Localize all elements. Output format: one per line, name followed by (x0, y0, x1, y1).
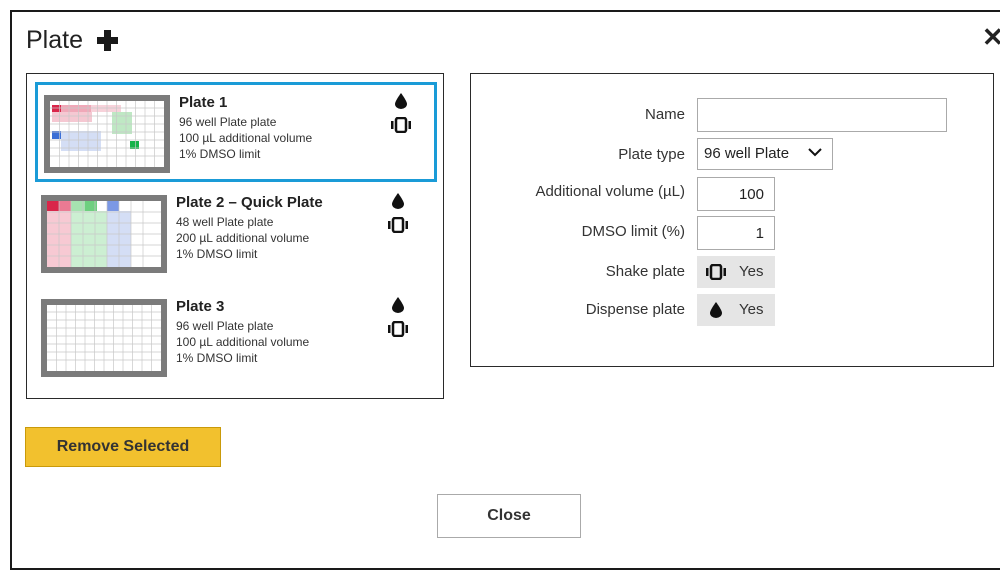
plate-type-row: Plate type 96 well Plate (471, 138, 991, 172)
dialog-title: Plate (26, 26, 118, 55)
drop-icon (710, 302, 722, 318)
plate-item-3[interactable]: Plate 3 96 well Plate plate 100 µL addit… (35, 289, 437, 389)
plate-type-line: 48 well Plate plate (176, 215, 274, 229)
shake-plate-value: Yes (739, 263, 764, 280)
additional-volume-input[interactable] (697, 177, 775, 211)
close-icon[interactable]: ✕ (982, 22, 1000, 52)
plate-name: Plate 1 (179, 94, 228, 111)
plate-dmso-line: 1% DMSO limit (176, 247, 258, 261)
plate-type-label: Plate type (618, 146, 685, 163)
plate-type-line: 96 well Plate plate (176, 319, 274, 333)
plate-volume-line: 100 µL additional volume (179, 131, 313, 145)
chevron-down-icon (808, 148, 822, 157)
plate-name: Plate 2 – Quick Plate (176, 194, 323, 211)
drop-icon (392, 193, 404, 209)
plate-volume-line: 200 µL additional volume (176, 231, 310, 245)
shake-plate-toggle[interactable]: Yes (697, 256, 775, 288)
plate-list: Plate 1 96 well Plate plate 100 µL addit… (26, 73, 444, 399)
plate-type-select[interactable]: 96 well Plate (697, 138, 833, 170)
plate-type-line: 96 well Plate plate (179, 115, 277, 129)
drop-icon (392, 297, 404, 313)
shake-icon (706, 264, 726, 280)
close-button[interactable]: Close (437, 494, 581, 538)
shake-icon (388, 217, 408, 233)
plate-volume-line: 100 µL additional volume (176, 335, 310, 349)
plate-dmso-line: 1% DMSO limit (179, 147, 261, 161)
remove-selected-button[interactable]: Remove Selected (25, 427, 221, 467)
plate-type-value: 96 well Plate (704, 145, 790, 162)
plate-info: Plate 3 96 well Plate plate 100 µL addit… (176, 298, 309, 366)
plate-item-2[interactable]: Plate 2 – Quick Plate 48 well Plate plat… (35, 185, 437, 285)
additional-volume-label: Additional volume (µL) (535, 183, 685, 200)
plus-icon[interactable] (96, 30, 118, 51)
shake-plate-label: Shake plate (605, 263, 685, 280)
shake-icon (391, 117, 411, 133)
name-row: Name (471, 98, 991, 132)
dispense-plate-label: Dispense plate (585, 301, 685, 318)
additional-volume-row: Additional volume (µL) (471, 177, 991, 211)
dialog-title-text: Plate (26, 26, 83, 54)
plate-info: Plate 1 96 well Plate plate 100 µL addit… (179, 94, 312, 162)
plate-name: Plate 3 (176, 298, 225, 315)
name-label: Name (644, 106, 685, 123)
dmso-limit-input[interactable] (697, 216, 775, 250)
dmso-limit-row: DMSO limit (%) (471, 216, 991, 250)
plate-thumbnail (41, 299, 167, 377)
plate-item-1[interactable]: Plate 1 96 well Plate plate 100 µL addit… (35, 82, 437, 182)
drop-icon (395, 93, 407, 109)
plate-info: Plate 2 – Quick Plate 48 well Plate plat… (176, 194, 323, 262)
plate-dmso-line: 1% DMSO limit (176, 351, 258, 365)
dispense-plate-toggle[interactable]: Yes (697, 294, 775, 326)
dmso-limit-label: DMSO limit (%) (581, 223, 685, 240)
plate-thumbnail (44, 95, 170, 173)
plate-properties-panel: Name Plate type 96 well Plate Additional… (470, 73, 994, 367)
shake-icon (388, 321, 408, 337)
name-input[interactable] (697, 98, 947, 132)
dispense-plate-row: Dispense plate Yes (471, 294, 991, 328)
plate-thumbnail (41, 195, 167, 273)
dispense-plate-value: Yes (739, 301, 764, 318)
shake-plate-row: Shake plate Yes (471, 256, 991, 290)
